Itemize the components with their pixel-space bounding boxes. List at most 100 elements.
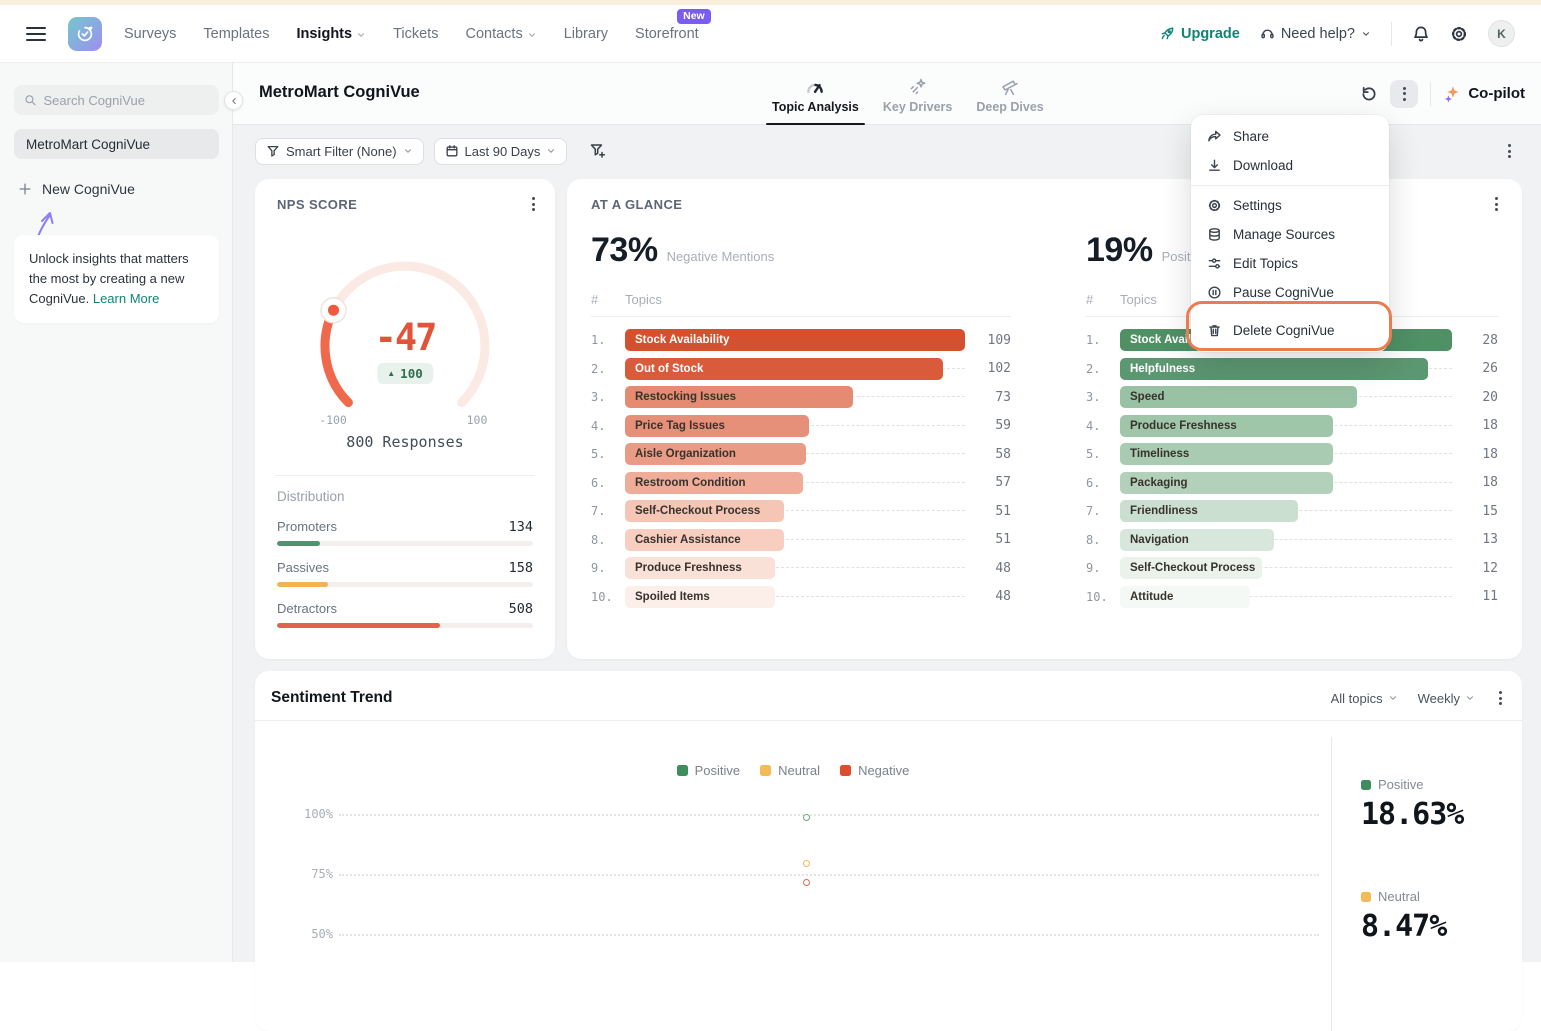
menu-item-download[interactable]: Download: [1191, 151, 1389, 180]
distribution-bar-track: [277, 541, 533, 546]
stat-swatch: [1361, 892, 1371, 902]
copilot-label: Co-pilot: [1468, 85, 1525, 102]
distribution-row-passives: Passives158: [277, 560, 533, 587]
nav-contacts[interactable]: Contacts: [465, 26, 536, 42]
topic-label: Cashier Assistance: [635, 534, 741, 546]
topic-bar[interactable]: Friendliness: [1120, 500, 1298, 522]
topic-bar[interactable]: Price Tag Issues: [625, 415, 809, 437]
avatar[interactable]: K: [1488, 20, 1515, 47]
topic-row: 2.Out of Stock102: [591, 355, 1011, 384]
topic-bar[interactable]: Helpfulness: [1120, 358, 1428, 380]
nps-card-kebab-icon[interactable]: [528, 193, 539, 215]
topic-bar[interactable]: Self-Checkout Process: [1120, 557, 1262, 579]
topic-bar[interactable]: Produce Freshness: [1120, 415, 1333, 437]
new-cognivue-button[interactable]: New CogniVue: [18, 181, 135, 197]
nav-label: Surveys: [124, 26, 176, 42]
topic-bar-track: Produce Freshness: [625, 557, 965, 579]
tab-topic-analysis[interactable]: Topic Analysis: [770, 63, 861, 124]
topic-bar[interactable]: Spoiled Items: [625, 586, 775, 608]
menu-item-delete-cognivue[interactable]: Delete CogniVue: [1191, 316, 1389, 345]
nav-insights[interactable]: Insights: [296, 26, 366, 42]
topic-bar[interactable]: Timeliness: [1120, 443, 1333, 465]
topic-bar[interactable]: Cashier Assistance: [625, 529, 784, 551]
distribution-value: 134: [509, 519, 533, 535]
notifications-bell-icon[interactable]: [1412, 25, 1430, 43]
topic-bar[interactable]: Packaging: [1120, 472, 1333, 494]
interval-filter-dropdown[interactable]: Weekly: [1418, 691, 1475, 706]
menu-item-pause-cognivue[interactable]: Pause CogniVue: [1191, 278, 1389, 307]
menu-item-edit-topics[interactable]: Edit Topics: [1191, 249, 1389, 278]
topic-count: 109: [965, 333, 1011, 348]
sentiment-card-kebab-icon[interactable]: [1495, 687, 1506, 709]
nav-surveys[interactable]: Surveys: [124, 26, 176, 42]
more-options-button[interactable]: [1390, 80, 1418, 108]
new-badge: New: [677, 9, 711, 24]
nps-score-value: -47: [255, 316, 555, 359]
topic-bar[interactable]: Self-Checkout Process: [625, 500, 784, 522]
topics-filter-dropdown[interactable]: All topics: [1331, 691, 1398, 706]
topic-rank: 6.: [1086, 476, 1120, 490]
date-range-dropdown[interactable]: Last 90 Days: [434, 138, 568, 165]
copilot-button[interactable]: Co-pilot: [1443, 85, 1525, 103]
nav-storefront[interactable]: Storefront New: [635, 26, 699, 42]
sentiment-trend-title: Sentiment Trend: [271, 689, 392, 707]
topic-bar-track: Self-Checkout Process: [625, 500, 965, 522]
view-tabs: Topic Analysis Key Drivers Deep Dives: [770, 63, 1046, 124]
hamburger-menu-icon[interactable]: [26, 27, 46, 41]
upgrade-button[interactable]: Upgrade: [1160, 26, 1240, 42]
nav-label: Insights: [296, 26, 352, 42]
stat-value: 8.47%: [1361, 909, 1446, 944]
app-logo[interactable]: [68, 17, 102, 51]
topic-bar-track: Attitude: [1120, 586, 1452, 608]
topic-label: Aisle Organization: [635, 448, 736, 460]
copilot-sparkle-icon: [1443, 85, 1461, 103]
topic-bar[interactable]: Aisle Organization: [625, 443, 806, 465]
gridline: [339, 814, 1319, 816]
topic-rank: 1.: [591, 333, 625, 347]
topic-count: 18: [1452, 418, 1498, 433]
topic-count: 15: [1452, 504, 1498, 519]
tab-deep-dives[interactable]: Deep Dives: [974, 63, 1045, 124]
topic-bar[interactable]: Restroom Condition: [625, 472, 803, 494]
chevron-down-icon: [403, 146, 413, 156]
topic-bar[interactable]: Restocking Issues: [625, 386, 853, 408]
nav-tickets[interactable]: Tickets: [393, 26, 438, 42]
topic-bar-track: Out of Stock: [625, 358, 965, 380]
topic-label: Helpfulness: [1130, 363, 1195, 375]
topic-bar[interactable]: Attitude: [1120, 586, 1250, 608]
search-input[interactable]: [44, 93, 209, 108]
topic-bar[interactable]: Stock Availability: [625, 329, 965, 351]
need-help-menu[interactable]: Need help?: [1260, 26, 1371, 42]
settings-gear-icon[interactable]: [1450, 25, 1468, 43]
tab-key-drivers[interactable]: Key Drivers: [881, 63, 955, 124]
topic-label: Out of Stock: [635, 363, 703, 375]
filter-row-kebab-icon[interactable]: [1504, 140, 1515, 162]
sidebar-item-metromart-cognivue[interactable]: MetroMart CogniVue: [14, 129, 219, 159]
nav-library[interactable]: Library: [564, 26, 608, 42]
legend-label: Neutral: [778, 763, 820, 778]
add-filter-button[interactable]: [589, 142, 607, 160]
topic-label: Packaging: [1130, 477, 1188, 489]
nav-templates[interactable]: Templates: [203, 26, 269, 42]
glance-card-kebab-icon[interactable]: [1491, 193, 1502, 215]
topic-label: Navigation: [1130, 534, 1189, 546]
menu-item-settings[interactable]: Settings: [1191, 191, 1389, 220]
menu-item-manage-sources[interactable]: Manage Sources: [1191, 220, 1389, 249]
smart-filter-dropdown[interactable]: Smart Filter (None): [255, 138, 424, 165]
topic-rank: 10.: [591, 590, 625, 604]
menu-item-label: Manage Sources: [1233, 227, 1335, 242]
topic-bar[interactable]: Speed: [1120, 386, 1357, 408]
gauge-min-label: -100: [310, 413, 356, 427]
topic-bar[interactable]: Produce Freshness: [625, 557, 775, 579]
topic-bar-track: Packaging: [1120, 472, 1452, 494]
refresh-icon[interactable]: [1360, 85, 1378, 103]
topic-label: Friendliness: [1130, 505, 1198, 517]
sidebar-collapse-button[interactable]: [224, 91, 243, 110]
topic-bar[interactable]: Out of Stock: [625, 358, 943, 380]
chart-legend: Positive Neutral Negative: [255, 763, 1331, 778]
menu-item-share[interactable]: Share: [1191, 122, 1389, 151]
learn-more-link[interactable]: Learn More: [93, 291, 159, 306]
topic-count: 59: [965, 418, 1011, 433]
topic-bar-track: Speed: [1120, 386, 1452, 408]
topic-bar[interactable]: Navigation: [1120, 529, 1274, 551]
